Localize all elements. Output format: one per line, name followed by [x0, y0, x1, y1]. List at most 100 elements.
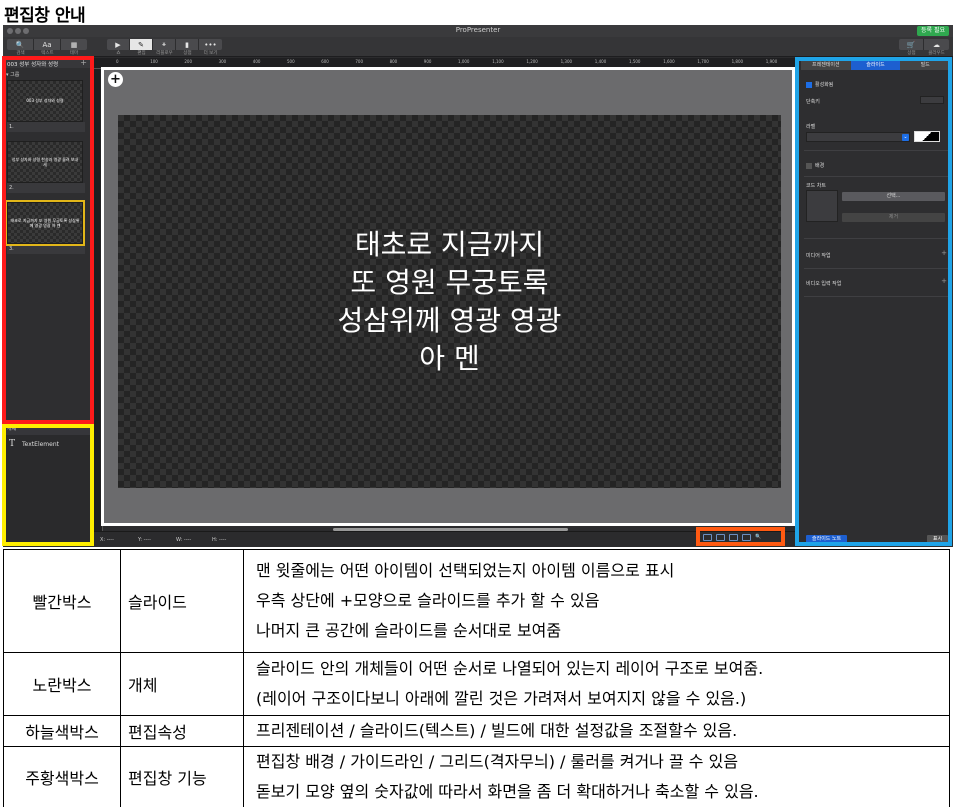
- video-input-action-label: 비디오 입력 작업: [806, 281, 842, 287]
- description-line: (레이어 구조이다보니 아래에 깔린 것은 가려져서 보여지지 않을 수 있음.…: [256, 689, 747, 708]
- slide-thumbnail-text: 성부 성자와 성령 찬송과 영광 돌려 보내세: [7, 141, 83, 183]
- box-cell: 노란박스: [3, 652, 121, 716]
- ruler-toggle-icon[interactable]: [742, 533, 751, 541]
- show-mode-button[interactable]: ▶: [107, 39, 130, 50]
- remove-button[interactable]: 제거: [842, 213, 945, 222]
- shortcut-field[interactable]: [920, 96, 944, 104]
- background-checkbox[interactable]: [806, 162, 812, 169]
- description-line: 맨 윗줄에는 어떤 아이템이 선택되었는지 아이템 이름으로 표시: [256, 561, 675, 580]
- slide-thumbnail-text: 003 성부 성자와 성령: [7, 80, 83, 122]
- description-cell: 맨 윗줄에는 어떤 아이템이 선택되었는지 아이템 이름으로 표시 우측 상단에…: [243, 549, 950, 653]
- object-layer-label: TextElement: [22, 440, 59, 448]
- more-button[interactable]: •••: [199, 39, 222, 50]
- store-label: 상점: [183, 51, 192, 56]
- objects-panel: 개체 T TextElement: [3, 421, 93, 547]
- register-badge[interactable]: 등록 필요: [917, 26, 949, 36]
- store-mode-button[interactable]: ▮: [176, 39, 199, 50]
- ruler-label: 1,200: [526, 59, 538, 64]
- zoom-magnifier-icon[interactable]: 🔍: [755, 534, 761, 540]
- ruler-label: 300: [218, 59, 227, 64]
- ruler-label: 1,900: [765, 59, 778, 64]
- slide-thumbnail[interactable]: 성부 성자와 성령 찬송과 영광 돌려 보내세 2.: [7, 141, 85, 193]
- editor-view-controls: 🔍: [700, 530, 787, 544]
- title-bar: ProPresenter 등록 필요: [3, 25, 953, 37]
- name-cell: 슬라이드: [120, 549, 244, 653]
- divider: [804, 238, 948, 239]
- slide-text-line: 태초로 지금까지: [354, 227, 545, 261]
- ruler-label: 1,500: [629, 59, 641, 64]
- ruler-label: 1,700: [697, 59, 709, 64]
- description-line: 슬라이드 안의 개체들이 어떤 순서로 나열되어 있는지 레이어 구조로 보여줌…: [256, 659, 764, 678]
- ruler-label: 900: [423, 59, 432, 64]
- add-video-input-action-icon[interactable]: +: [941, 277, 947, 285]
- inspector-tabs: 프레젠테이션 슬라이드 빌드: [801, 60, 951, 70]
- window-title: ProPresenter: [455, 26, 501, 34]
- name-cell: 편집속성: [120, 715, 244, 747]
- tab-presentation[interactable]: 프레젠테이션: [801, 60, 851, 70]
- edit-label: 편집: [137, 51, 146, 56]
- description-line: 우측 상단에 +모양으로 슬라이드를 추가 할 수 있음: [256, 591, 600, 610]
- description-cell: 슬라이드 안의 개체들이 어떤 순서로 나열되어 있는지 레이어 구조로 보여줌…: [243, 652, 950, 716]
- chord-chart-preview[interactable]: [806, 190, 838, 222]
- search-label: 검색: [16, 51, 25, 56]
- mode-labels: 쇼 편집 리플로우 상점 더 보기: [107, 50, 222, 56]
- slide-thumbnail-selected[interactable]: 태초로 지금까지 또 영원 무궁토록 성삼위께 영광 영광 아 멘 3.: [5, 200, 85, 254]
- reflow-label: 리플로우: [156, 51, 173, 56]
- object-layer-item[interactable]: T TextElement: [3, 435, 93, 453]
- group-label[interactable]: ▾ 그룹: [6, 71, 19, 78]
- reflow-mode-button[interactable]: ⚹: [153, 39, 176, 50]
- add-object-icon[interactable]: +: [108, 72, 123, 87]
- label-select[interactable]: [806, 132, 910, 142]
- cloud-icon[interactable]: ☁: [924, 39, 949, 50]
- select-button[interactable]: 선택...: [842, 192, 945, 201]
- add-slide-icon[interactable]: +: [80, 58, 87, 68]
- ruler-label: 1,300: [560, 59, 573, 64]
- cloud-label: 클라우드: [928, 51, 945, 56]
- ruler-label: 1,400: [594, 59, 607, 64]
- background-toggle-icon[interactable]: [703, 533, 712, 541]
- x-coordinate: X: ----: [100, 537, 114, 543]
- store-right-label: 상점: [907, 51, 916, 56]
- background-label: 배경: [815, 163, 825, 169]
- enabled-checkbox-row[interactable]: 활성화됨: [806, 81, 833, 88]
- text-button[interactable]: Aa: [34, 39, 61, 50]
- slide-number: 2.: [7, 183, 85, 193]
- theme-button[interactable]: ▦: [61, 39, 87, 50]
- ruler-label: 800: [389, 59, 398, 64]
- label-dropdown-icon[interactable]: ⌄: [902, 134, 909, 141]
- ruler-label: 0: [116, 59, 119, 64]
- height-value: H: ----: [212, 537, 227, 543]
- width-value: W: ----: [176, 537, 192, 543]
- name-cell: 편집창 기능: [120, 746, 244, 807]
- slide-text-line: 아 멘: [419, 341, 480, 375]
- slide-text-element[interactable]: 태초로 지금까지 또 영원 무궁토록 성삼위께 영광 영광 아 멘: [338, 226, 562, 378]
- guide-table: 빨간박스 슬라이드 맨 윗줄에는 어떤 아이템이 선택되었는지 아이템 이름으로…: [3, 549, 950, 807]
- cart-icon[interactable]: 🛒: [899, 39, 924, 50]
- shortcut-label: 단축키: [806, 99, 820, 105]
- enabled-checkbox[interactable]: [806, 81, 812, 88]
- grid-toggle-icon[interactable]: [729, 533, 738, 541]
- theme-label: 테마: [69, 51, 79, 56]
- description-line: 프리젠테이션 / 슬라이드(텍스트) / 빌드에 대한 설정값을 조절할수 있음…: [256, 721, 738, 740]
- ruler-label: 1,100: [492, 59, 504, 64]
- edit-mode-button[interactable]: ✎: [130, 39, 153, 50]
- divider: [804, 268, 948, 269]
- label-color-swatch[interactable]: [914, 131, 940, 142]
- objects-header: 개체: [3, 422, 93, 435]
- media-action-label: 미디어 작업: [806, 253, 831, 259]
- tab-slide[interactable]: 슬라이드: [850, 60, 901, 70]
- text-element-icon: T: [9, 439, 16, 449]
- background-checkbox-row[interactable]: 배경: [806, 162, 824, 169]
- search-button[interactable]: 🔍: [7, 39, 34, 50]
- guideline-toggle-icon[interactable]: [716, 533, 725, 541]
- tab-build[interactable]: 빌드: [900, 60, 951, 70]
- slide-number: 1.: [7, 122, 85, 132]
- slide-thumbnail-text: 태초로 지금까지 또 영원 무궁토록 성삼위께 영광 영광 아 멘: [5, 200, 85, 246]
- slide-thumbnail[interactable]: 003 성부 성자와 성령 1.: [7, 80, 85, 132]
- show-button[interactable]: 표시: [927, 535, 949, 543]
- add-media-action-icon[interactable]: +: [941, 249, 947, 257]
- slide-notes-button[interactable]: 슬라이드 노트: [806, 535, 848, 543]
- ruler-label: 400: [252, 59, 261, 64]
- show-label: 쇼: [116, 51, 121, 56]
- slide-canvas[interactable]: 태초로 지금까지 또 영원 무궁토록 성삼위께 영광 영광 아 멘: [118, 115, 781, 488]
